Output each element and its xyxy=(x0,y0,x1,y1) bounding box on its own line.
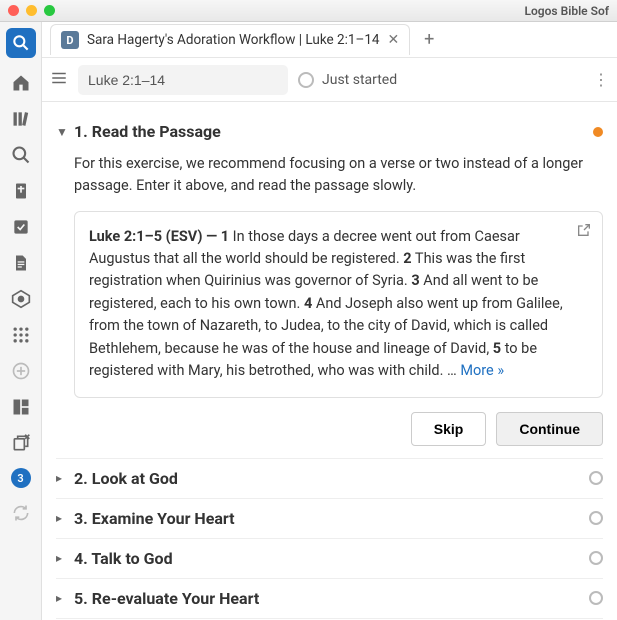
app-title: Logos Bible Sof xyxy=(525,4,609,18)
chevron-right-icon[interactable]: ▸ xyxy=(56,471,68,485)
window-titlebar: Logos Bible Sof xyxy=(0,0,617,22)
new-tab-button[interactable]: + xyxy=(416,27,442,53)
section-1-header[interactable]: ▼ 1. Read the Passage xyxy=(56,114,603,149)
section-2-header[interactable]: ▸ 2. Look at God xyxy=(56,458,603,498)
tab-bar: D Sara Hagerty's Adoration Workflow | Lu… xyxy=(42,22,617,58)
toolbar: Just started ⋮ xyxy=(42,58,617,102)
active-tab[interactable]: D Sara Hagerty's Adoration Workflow | Lu… xyxy=(50,24,410,55)
section-5-title: 5. Re-evaluate Your Heart xyxy=(74,589,583,608)
add-icon[interactable] xyxy=(10,360,32,382)
section-3-header[interactable]: ▸ 3. Examine Your Heart xyxy=(56,498,603,538)
workflow-body: ▼ 1. Read the Passage For this exercise,… xyxy=(42,102,617,620)
section-complete-indicator xyxy=(589,551,603,565)
status-label: Just started xyxy=(322,72,397,88)
section-complete-indicator xyxy=(589,511,603,525)
search-icon[interactable] xyxy=(6,28,36,58)
passage-reference: Luke 2:1–5 (ESV) — xyxy=(89,228,221,245)
section-3-title: 3. Examine Your Heart xyxy=(74,509,583,528)
chevron-down-icon[interactable]: ▼ xyxy=(56,125,68,139)
compass-icon[interactable] xyxy=(10,288,32,310)
section-2-title: 2. Look at God xyxy=(74,469,583,488)
copy-close-icon[interactable] xyxy=(10,432,32,454)
section-5-header[interactable]: ▸ 5. Re-evaluate Your Heart xyxy=(56,578,603,618)
section-4-header[interactable]: ▸ 4. Talk to God xyxy=(56,538,603,578)
tab-doc-icon: D xyxy=(61,31,79,49)
tab-title: Sara Hagerty's Adoration Workflow | Luke… xyxy=(87,32,380,48)
section-active-indicator xyxy=(593,127,603,137)
passage-card: Luke 2:1–5 (ESV) — 1 In those days a dec… xyxy=(74,211,603,398)
close-window-icon[interactable] xyxy=(8,5,19,16)
document-icon[interactable] xyxy=(10,252,32,274)
section-complete-indicator xyxy=(589,471,603,485)
chevron-right-icon[interactable]: ▸ xyxy=(56,511,68,525)
more-menu-icon[interactable]: ⋮ xyxy=(593,70,609,89)
minimize-window-icon[interactable] xyxy=(26,5,37,16)
skip-button[interactable]: Skip xyxy=(411,412,487,446)
traffic-lights xyxy=(8,5,55,16)
section-1-buttons: Skip Continue xyxy=(74,412,603,446)
bible-icon[interactable] xyxy=(10,180,32,202)
section-4-title: 4. Talk to God xyxy=(74,549,583,568)
section-1-title: 1. Read the Passage xyxy=(74,122,587,141)
layout-icon[interactable] xyxy=(10,396,32,418)
library-icon[interactable] xyxy=(10,108,32,130)
section-complete-indicator xyxy=(589,591,603,605)
continue-button[interactable]: Continue xyxy=(496,412,603,446)
sync-icon[interactable] xyxy=(10,502,32,524)
chevron-right-icon[interactable]: ▸ xyxy=(56,551,68,565)
maximize-window-icon[interactable] xyxy=(44,5,55,16)
home-icon[interactable] xyxy=(10,72,32,94)
more-link[interactable]: More » xyxy=(460,362,504,379)
close-tab-icon[interactable]: ✕ xyxy=(388,32,400,48)
status-circle-icon xyxy=(298,72,314,88)
search-nav-icon[interactable] xyxy=(10,144,32,166)
section-1-intro: For this exercise, we recommend focusing… xyxy=(74,153,603,197)
workflow-status: Just started xyxy=(298,72,397,88)
apps-grid-icon[interactable] xyxy=(10,324,32,346)
chevron-right-icon[interactable]: ▸ xyxy=(56,591,68,605)
passage-reference-input[interactable] xyxy=(78,65,288,95)
sidebar: 3 xyxy=(0,22,42,620)
popout-icon[interactable] xyxy=(576,222,592,245)
menu-icon[interactable] xyxy=(50,69,68,91)
notification-badge[interactable]: 3 xyxy=(11,468,31,488)
section-1-body: For this exercise, we recommend focusing… xyxy=(56,149,603,458)
checklist-icon[interactable] xyxy=(10,216,32,238)
